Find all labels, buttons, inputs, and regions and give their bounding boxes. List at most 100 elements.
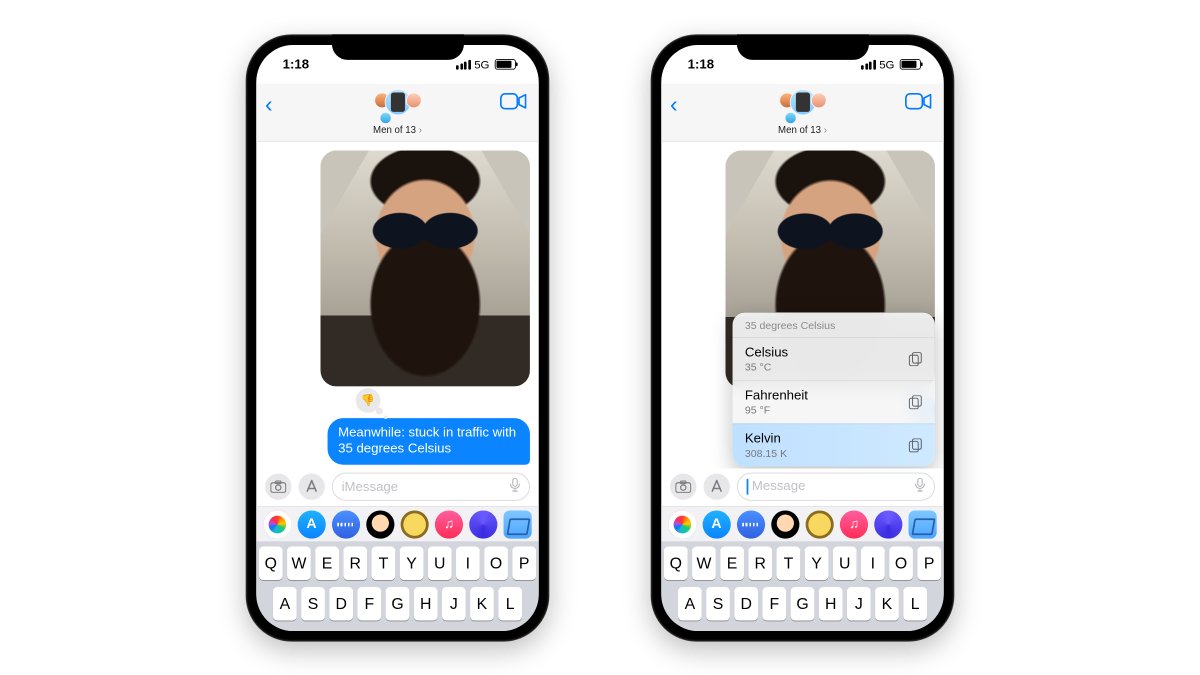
app-photos[interactable]	[263, 510, 291, 538]
back-button[interactable]: ‹	[265, 90, 273, 117]
key-w[interactable]: W	[287, 546, 311, 579]
notch	[737, 34, 869, 60]
key-g[interactable]: G	[386, 587, 410, 620]
conversion-row[interactable]: Celsius 35 °C	[733, 337, 935, 380]
key-r[interactable]: R	[748, 546, 772, 579]
message-input[interactable]: Message	[737, 472, 935, 500]
app-swirl[interactable]	[469, 510, 497, 538]
key-i[interactable]: I	[456, 546, 480, 579]
conversion-row-selected[interactable]: Kelvin 308.15 K	[733, 423, 935, 466]
app-audio[interactable]	[332, 510, 360, 538]
key-d[interactable]: D	[734, 587, 758, 620]
key-f[interactable]: F	[357, 587, 381, 620]
app-memoji[interactable]	[366, 510, 394, 538]
key-w[interactable]: W	[692, 546, 716, 579]
key-p[interactable]: P	[917, 546, 941, 579]
battery-icon	[900, 59, 921, 70]
screen: 1:18 5G ‹ Men of 13	[661, 44, 943, 630]
key-d[interactable]: D	[329, 587, 353, 620]
app-music[interactable]	[435, 510, 463, 538]
avatar	[379, 111, 391, 123]
app-photos[interactable]	[668, 510, 696, 538]
apps-button[interactable]	[299, 473, 325, 499]
camera-icon	[270, 480, 286, 492]
message-list[interactable]: 👎 Meanwhile: stuck in traffic with 35 de…	[256, 141, 538, 467]
mic-icon[interactable]	[915, 477, 926, 495]
compose-bar: Message	[661, 468, 943, 506]
key-f[interactable]: F	[762, 587, 786, 620]
facetime-button[interactable]	[500, 92, 526, 110]
app-animoji[interactable]	[401, 510, 429, 538]
tapback-reaction[interactable]: 👎	[356, 387, 381, 411]
key-a[interactable]: A	[678, 587, 702, 620]
conversion-row[interactable]: Fahrenheit 95 °F	[733, 380, 935, 423]
app-strip[interactable]	[256, 506, 538, 541]
app-store[interactable]	[297, 510, 325, 538]
key-e[interactable]: E	[720, 546, 744, 579]
unit-value: 95 °F	[745, 404, 808, 416]
key-q[interactable]: Q	[259, 546, 283, 579]
facetime-button[interactable]	[905, 92, 931, 110]
key-t[interactable]: T	[372, 546, 396, 579]
back-button[interactable]: ‹	[670, 90, 678, 117]
key-p[interactable]: P	[512, 546, 536, 579]
input-placeholder: Message	[747, 478, 806, 494]
key-y[interactable]: Y	[400, 546, 424, 579]
apps-button[interactable]	[704, 473, 730, 499]
app-hashtag[interactable]	[504, 510, 532, 538]
key-j[interactable]: J	[847, 587, 871, 620]
message-list[interactable]: 35 degrees Celsius Celsius 35 °C Fahrenh…	[661, 141, 943, 467]
screen: 1:18 5G ‹ Men of 13	[256, 44, 538, 630]
app-hashtag[interactable]	[909, 510, 937, 538]
status-right: 5G	[861, 57, 921, 70]
keyboard[interactable]: QWERTYUIOP ASDFGHJKL	[661, 541, 943, 631]
status-right: 5G	[456, 57, 516, 70]
key-h[interactable]: H	[819, 587, 843, 620]
copy-icon[interactable]	[909, 352, 923, 366]
camera-button[interactable]	[265, 473, 291, 499]
key-k[interactable]: K	[875, 587, 899, 620]
key-s[interactable]: S	[301, 587, 325, 620]
key-q[interactable]: Q	[664, 546, 688, 579]
copy-icon[interactable]	[909, 395, 923, 409]
key-l[interactable]: L	[498, 587, 522, 620]
app-memoji[interactable]	[771, 510, 799, 538]
key-y[interactable]: Y	[805, 546, 829, 579]
key-h[interactable]: H	[414, 587, 438, 620]
key-l[interactable]: L	[903, 587, 927, 620]
appstore-icon	[709, 478, 725, 494]
key-s[interactable]: S	[706, 587, 730, 620]
header-center[interactable]: Men of 13	[672, 87, 933, 135]
key-i[interactable]: I	[861, 546, 885, 579]
camera-icon	[675, 480, 691, 492]
camera-button[interactable]	[670, 473, 696, 499]
app-audio[interactable]	[737, 510, 765, 538]
photo-message[interactable]	[321, 150, 530, 386]
key-j[interactable]: J	[442, 587, 466, 620]
key-o[interactable]: O	[889, 546, 913, 579]
app-strip[interactable]	[661, 506, 943, 541]
unit-conversion-popup[interactable]: 35 degrees Celsius Celsius 35 °C Fahrenh…	[733, 312, 935, 466]
app-music[interactable]	[840, 510, 868, 538]
key-a[interactable]: A	[273, 587, 297, 620]
copy-icon[interactable]	[909, 438, 923, 452]
appstore-icon	[304, 478, 320, 494]
avatar	[784, 111, 796, 123]
key-o[interactable]: O	[484, 546, 508, 579]
sent-message[interactable]: Meanwhile: stuck in traffic with 35 degr…	[328, 417, 530, 464]
key-u[interactable]: U	[833, 546, 857, 579]
battery-icon	[495, 59, 516, 70]
key-r[interactable]: R	[343, 546, 367, 579]
app-swirl[interactable]	[874, 510, 902, 538]
header-center[interactable]: Men of 13	[267, 87, 528, 135]
key-t[interactable]: T	[777, 546, 801, 579]
key-g[interactable]: G	[791, 587, 815, 620]
app-animoji[interactable]	[806, 510, 834, 538]
key-u[interactable]: U	[428, 546, 452, 579]
app-store[interactable]	[702, 510, 730, 538]
key-k[interactable]: K	[470, 587, 494, 620]
key-e[interactable]: E	[315, 546, 339, 579]
keyboard[interactable]: QWERTYUIOP ASDFGHJKL	[256, 541, 538, 631]
mic-icon[interactable]	[510, 477, 521, 495]
message-input[interactable]: iMessage	[332, 472, 530, 500]
